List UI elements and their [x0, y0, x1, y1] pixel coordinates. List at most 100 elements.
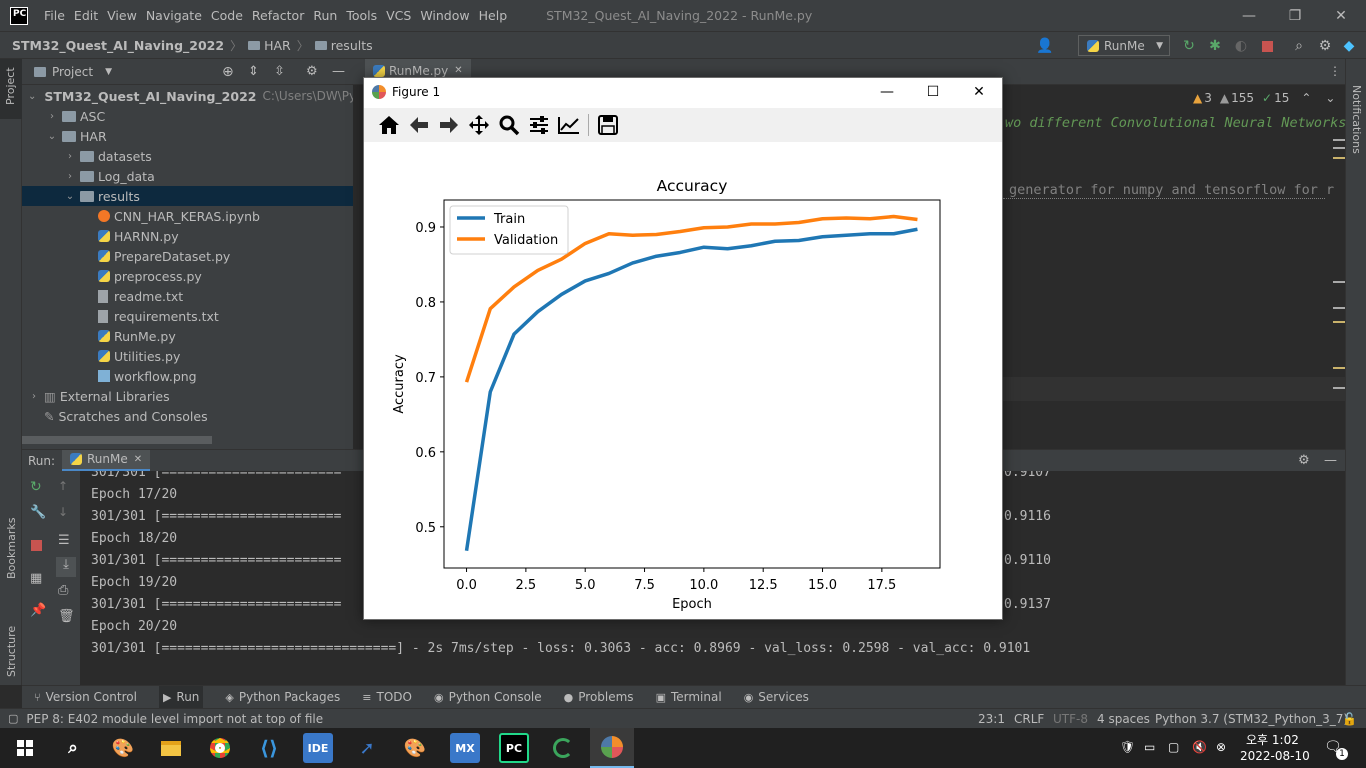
soft-wrap-icon[interactable]: ☰	[58, 533, 70, 548]
tree-item[interactable]: › Log_data	[22, 166, 353, 186]
vscode-icon[interactable]: ⟨⟩	[254, 733, 284, 763]
home-icon[interactable]	[374, 111, 404, 139]
layout-icon[interactable]: ▦	[30, 571, 42, 586]
clock-date[interactable]: 2022-08-10	[1240, 749, 1310, 763]
chevron-down-icon[interactable]: ▼	[105, 67, 112, 77]
plot-canvas[interactable]: 0.0 2.5 5.0 7.5 10.0 12.5 15.0 17.5 0.5 0.6 0.7 0.8…	[364, 142, 1002, 619]
more-icon[interactable]: ⋮	[1329, 64, 1341, 78]
figure-titlebar[interactable]: Figure 1 — ☐ ✕	[364, 78, 1002, 106]
tool-tab-run[interactable]: ▶ Run	[158, 686, 204, 708]
run-config-dropdown[interactable]: RunMe ▼	[1078, 35, 1170, 56]
stop-icon[interactable]	[1258, 37, 1276, 55]
pan-move-icon[interactable]	[464, 111, 494, 139]
run-tab-runme[interactable]: RunMe ✕	[62, 449, 151, 472]
error-stripe[interactable]	[1333, 131, 1345, 431]
loader-icon[interactable]	[548, 733, 578, 763]
minimize-icon[interactable]: —	[1226, 0, 1272, 31]
search-icon[interactable]: ⌕	[1290, 37, 1308, 55]
configure-subplots-icon[interactable]	[524, 111, 554, 139]
gear-icon[interactable]: ⚙	[1316, 37, 1334, 55]
print-icon[interactable]: ⎙	[58, 583, 68, 598]
tree-item[interactable]: CNN_HAR_KERAS.ipynb	[22, 206, 353, 226]
menu-window[interactable]: Window	[420, 8, 469, 23]
jetbrains-icon[interactable]: ◆	[1340, 37, 1358, 55]
scroll-to-end-icon[interactable]: ⤓	[56, 557, 76, 577]
save-figure-icon[interactable]	[593, 111, 623, 139]
coverage-icon[interactable]: ◐	[1232, 37, 1250, 55]
menu-navigate[interactable]: Navigate	[146, 8, 202, 23]
pin-icon[interactable]: 📌	[30, 603, 46, 618]
menu-run[interactable]: Run	[313, 8, 337, 23]
network-icon[interactable]: ▢	[1168, 740, 1179, 754]
tree-item[interactable]: workflow.png	[22, 366, 353, 386]
tree-item[interactable]: ⌄ HAR	[22, 126, 353, 146]
indent-setting[interactable]: 4 spaces	[1097, 712, 1150, 726]
hide-icon[interactable]: —	[332, 64, 345, 79]
palette-icon[interactable]: 🎨	[400, 733, 430, 763]
restore-icon[interactable]: ❐	[1272, 0, 1318, 31]
rerun-icon[interactable]: ↻	[30, 479, 42, 495]
tree-scratches[interactable]: ✎ Scratches and Consoles	[22, 406, 353, 426]
back-arrow-icon[interactable]	[404, 111, 434, 139]
arrow-up-icon[interactable]: ↑	[58, 479, 68, 493]
chevron-down-icon[interactable]: ⌄	[1325, 91, 1335, 105]
line-separator[interactable]: CRLF	[1014, 712, 1044, 726]
tree-item[interactable]: ⌄ results	[22, 186, 353, 206]
close-icon[interactable]: ✕	[956, 78, 1002, 106]
breadcrumb-har[interactable]: HAR	[264, 38, 291, 53]
menu-refactor[interactable]: Refactor	[252, 8, 304, 23]
tree-item[interactable]: readme.txt	[22, 286, 353, 306]
status-message[interactable]: PEP 8: E402 module level import not at t…	[26, 712, 323, 726]
tree-item[interactable]: preprocess.py	[22, 266, 353, 286]
paint-icon[interactable]: 🎨	[108, 733, 138, 763]
security-icon[interactable]: 🛡	[1120, 740, 1135, 754]
menu-view[interactable]: View	[107, 8, 137, 23]
stm32cubeide-icon[interactable]: IDE	[303, 733, 333, 763]
edit-axis-icon[interactable]	[554, 111, 584, 139]
windows-start-icon[interactable]	[10, 733, 40, 763]
collapse-all-icon[interactable]: ⇳	[274, 64, 285, 79]
pycharm-icon[interactable]: PC	[499, 733, 529, 763]
tool-tab-terminal[interactable]: ▣ Terminal	[656, 690, 722, 704]
bookmarks-tool-label[interactable]: Bookmarks	[5, 518, 18, 579]
structure-tool-label[interactable]: Structure	[5, 626, 18, 677]
tool-tab-todo[interactable]: ≡ TODO	[362, 690, 412, 704]
tree-item[interactable]: › datasets	[22, 146, 353, 166]
programmer-icon[interactable]: ➚	[352, 733, 382, 763]
accuracy-line-chart[interactable]: 0.0 2.5 5.0 7.5 10.0 12.5 15.0 17.5 0.5 0.6 0.7 0.8…	[364, 142, 1002, 619]
tree-item[interactable]: Utilities.py	[22, 346, 353, 366]
menu-tools[interactable]: Tools	[346, 8, 377, 23]
tree-external-libraries[interactable]: › ▥ External Libraries	[22, 386, 353, 406]
matplotlib-figure-icon[interactable]	[590, 728, 634, 768]
tool-tab-services[interactable]: ◉ Services	[744, 690, 809, 704]
breadcrumb-results[interactable]: results	[331, 38, 373, 53]
trash-icon[interactable]: 🗑	[58, 609, 75, 624]
tree-item[interactable]: HARNN.py	[22, 226, 353, 246]
tree-item[interactable]: PrepareDataset.py	[22, 246, 353, 266]
menu-code[interactable]: Code	[211, 8, 243, 23]
locate-icon[interactable]: ⊕	[222, 64, 234, 80]
forward-arrow-icon[interactable]	[434, 111, 464, 139]
project-tool-button[interactable]: Project	[0, 59, 22, 119]
user-icon[interactable]: 👤	[1036, 37, 1054, 55]
menu-help[interactable]: Help	[479, 8, 508, 23]
status-toggle-icon[interactable]: ▢	[8, 712, 18, 725]
wrench-icon[interactable]: 🔧	[30, 505, 46, 520]
horizontal-scrollbar[interactable]	[22, 436, 212, 444]
gear-icon[interactable]: ⚙	[306, 64, 318, 79]
tree-item[interactable]: › ASC	[22, 106, 353, 126]
notifications-tool-label[interactable]: Notifications	[1350, 85, 1363, 154]
lock-icon[interactable]: 🔓	[1342, 712, 1357, 726]
arrow-down-icon[interactable]: ↓	[58, 505, 68, 519]
file-encoding[interactable]: UTF-8	[1053, 712, 1088, 726]
menu-vcs[interactable]: VCS	[386, 8, 411, 23]
gear-icon[interactable]: ⚙	[1298, 453, 1310, 468]
tool-tab-python-packages[interactable]: ◈ Python Packages	[225, 690, 340, 704]
search-icon[interactable]: ⌕	[58, 733, 88, 763]
clock-time[interactable]: 오후 1:02	[1246, 731, 1299, 748]
ime-icon[interactable]: ⊗	[1216, 740, 1226, 754]
tree-item[interactable]: requirements.txt	[22, 306, 353, 326]
battery-icon[interactable]: ▭	[1144, 740, 1155, 754]
hide-icon[interactable]: —	[1324, 453, 1337, 468]
tool-tab-python-console[interactable]: ◉ Python Console	[434, 690, 542, 704]
